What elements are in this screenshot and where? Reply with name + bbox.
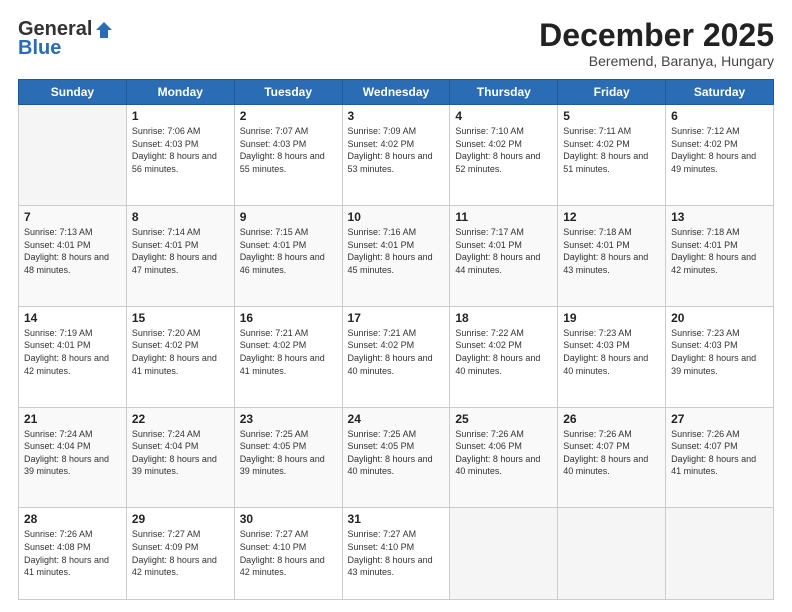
table-row: 16 Sunrise: 7:21 AM Sunset: 4:02 PM Dayl… <box>234 306 342 407</box>
table-row: 4 Sunrise: 7:10 AM Sunset: 4:02 PM Dayli… <box>450 105 558 206</box>
logo-icon <box>94 20 114 40</box>
table-row: 13 Sunrise: 7:18 AM Sunset: 4:01 PM Dayl… <box>666 205 774 306</box>
month-title: December 2025 <box>539 18 774 53</box>
table-row: 31 Sunrise: 7:27 AM Sunset: 4:10 PM Dayl… <box>342 508 450 600</box>
table-row: 17 Sunrise: 7:21 AM Sunset: 4:02 PM Dayl… <box>342 306 450 407</box>
header: General Blue December 2025 Beremend, Bar… <box>18 18 774 69</box>
table-row: 19 Sunrise: 7:23 AM Sunset: 4:03 PM Dayl… <box>558 306 666 407</box>
table-row: 5 Sunrise: 7:11 AM Sunset: 4:02 PM Dayli… <box>558 105 666 206</box>
table-row: 25 Sunrise: 7:26 AM Sunset: 4:06 PM Dayl… <box>450 407 558 508</box>
table-row: 11 Sunrise: 7:17 AM Sunset: 4:01 PM Dayl… <box>450 205 558 306</box>
table-row: 9 Sunrise: 7:15 AM Sunset: 4:01 PM Dayli… <box>234 205 342 306</box>
table-row: 20 Sunrise: 7:23 AM Sunset: 4:03 PM Dayl… <box>666 306 774 407</box>
table-row: 21 Sunrise: 7:24 AM Sunset: 4:04 PM Dayl… <box>19 407 127 508</box>
table-row: 10 Sunrise: 7:16 AM Sunset: 4:01 PM Dayl… <box>342 205 450 306</box>
col-thursday: Thursday <box>450 80 558 105</box>
table-row: 2 Sunrise: 7:07 AM Sunset: 4:03 PM Dayli… <box>234 105 342 206</box>
location: Beremend, Baranya, Hungary <box>539 53 774 69</box>
table-row: 27 Sunrise: 7:26 AM Sunset: 4:07 PM Dayl… <box>666 407 774 508</box>
table-row: 30 Sunrise: 7:27 AM Sunset: 4:10 PM Dayl… <box>234 508 342 600</box>
table-row <box>666 508 774 600</box>
table-row <box>558 508 666 600</box>
logo-blue: Blue <box>18 37 61 60</box>
table-row: 26 Sunrise: 7:26 AM Sunset: 4:07 PM Dayl… <box>558 407 666 508</box>
table-row: 28 Sunrise: 7:26 AM Sunset: 4:08 PM Dayl… <box>19 508 127 600</box>
table-row: 8 Sunrise: 7:14 AM Sunset: 4:01 PM Dayli… <box>126 205 234 306</box>
col-sunday: Sunday <box>19 80 127 105</box>
table-row: 3 Sunrise: 7:09 AM Sunset: 4:02 PM Dayli… <box>342 105 450 206</box>
col-wednesday: Wednesday <box>342 80 450 105</box>
table-row: 14 Sunrise: 7:19 AM Sunset: 4:01 PM Dayl… <box>19 306 127 407</box>
col-friday: Friday <box>558 80 666 105</box>
table-row: 12 Sunrise: 7:18 AM Sunset: 4:01 PM Dayl… <box>558 205 666 306</box>
title-block: December 2025 Beremend, Baranya, Hungary <box>539 18 774 69</box>
table-row <box>19 105 127 206</box>
table-row <box>450 508 558 600</box>
page: General Blue December 2025 Beremend, Bar… <box>0 0 792 612</box>
table-row: 23 Sunrise: 7:25 AM Sunset: 4:05 PM Dayl… <box>234 407 342 508</box>
table-row: 7 Sunrise: 7:13 AM Sunset: 4:01 PM Dayli… <box>19 205 127 306</box>
table-row: 29 Sunrise: 7:27 AM Sunset: 4:09 PM Dayl… <box>126 508 234 600</box>
col-tuesday: Tuesday <box>234 80 342 105</box>
col-monday: Monday <box>126 80 234 105</box>
table-row: 1 Sunrise: 7:06 AM Sunset: 4:03 PM Dayli… <box>126 105 234 206</box>
table-row: 6 Sunrise: 7:12 AM Sunset: 4:02 PM Dayli… <box>666 105 774 206</box>
header-row: Sunday Monday Tuesday Wednesday Thursday… <box>19 80 774 105</box>
table-row: 24 Sunrise: 7:25 AM Sunset: 4:05 PM Dayl… <box>342 407 450 508</box>
calendar-table: Sunday Monday Tuesday Wednesday Thursday… <box>18 79 774 600</box>
table-row: 22 Sunrise: 7:24 AM Sunset: 4:04 PM Dayl… <box>126 407 234 508</box>
col-saturday: Saturday <box>666 80 774 105</box>
logo: General Blue <box>18 18 114 60</box>
table-row: 18 Sunrise: 7:22 AM Sunset: 4:02 PM Dayl… <box>450 306 558 407</box>
table-row: 15 Sunrise: 7:20 AM Sunset: 4:02 PM Dayl… <box>126 306 234 407</box>
